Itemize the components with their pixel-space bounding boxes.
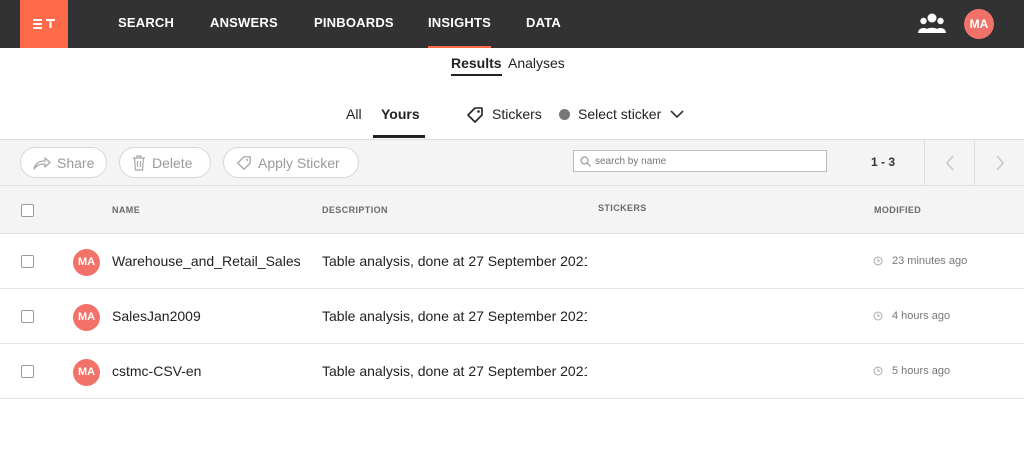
avatar: MA <box>73 249 100 276</box>
trash-icon <box>133 154 145 171</box>
apply-sticker-label: Apply Sticker <box>258 154 340 171</box>
analysis-name[interactable]: Warehouse_and_Retail_Sales <box>112 253 301 269</box>
action-toolbar: Share Delete Apply Sticker 1 - 3 <box>0 139 1024 186</box>
select-all-checkbox[interactable] <box>21 204 34 217</box>
pagination-range: 1 - 3 <box>871 155 896 169</box>
tab-analyses[interactable]: Analyses <box>508 55 565 71</box>
analysis-description: Table analysis, done at 27 September 202… <box>322 363 587 379</box>
share-icon <box>33 156 51 170</box>
clock-icon <box>873 256 883 266</box>
column-name[interactable]: NAME <box>112 205 140 215</box>
active-filter-underline <box>373 135 425 138</box>
user-avatar[interactable]: MA <box>964 9 994 39</box>
avatar: MA <box>73 359 100 386</box>
search-box <box>573 150 827 172</box>
chevron-left-icon <box>945 155 954 171</box>
table-header: NAME DESCRIPTION STICKERS MODIFIED <box>0 186 1024 234</box>
nav-insights[interactable]: INSIGHTS <box>428 0 491 48</box>
share-button[interactable]: Share <box>20 147 107 178</box>
nav-answers[interactable]: ANSWERS <box>210 0 278 48</box>
analysis-description: Table analysis, done at 27 September 202… <box>322 253 587 269</box>
modified-time: 5 hours ago <box>892 365 951 377</box>
next-page-button[interactable] <box>974 140 1024 186</box>
column-stickers[interactable]: STICKERS <box>598 203 647 213</box>
filter-all[interactable]: All <box>346 106 362 122</box>
select-sticker-dropdown[interactable]: Select sticker <box>578 106 661 122</box>
analysis-description: Table analysis, done at 27 September 202… <box>322 308 587 324</box>
prev-page-button[interactable] <box>924 140 974 186</box>
logo-icon <box>33 19 55 29</box>
row-checkbox[interactable] <box>21 365 34 378</box>
nav-pinboards[interactable]: PINBOARDS <box>314 0 394 48</box>
analysis-name[interactable]: cstmc-CSV-en <box>112 363 201 379</box>
analysis-name[interactable]: SalesJan2009 <box>112 308 201 324</box>
search-icon <box>580 155 591 167</box>
clock-icon <box>873 311 883 321</box>
tab-results[interactable]: Results <box>451 55 502 76</box>
delete-label: Delete <box>152 154 193 171</box>
modified-time: 4 hours ago <box>892 310 951 322</box>
modified-time: 23 minutes ago <box>892 255 968 267</box>
people-icon[interactable] <box>918 11 946 37</box>
table-row[interactable]: MA SalesJan2009 Table analysis, done at … <box>0 289 1024 344</box>
tag-icon <box>237 155 251 170</box>
clock-icon <box>873 366 883 376</box>
chevron-down-icon[interactable] <box>670 108 684 120</box>
search-input[interactable] <box>595 155 815 167</box>
table-row[interactable]: MA cstmc-CSV-en Table analysis, done at … <box>0 344 1024 399</box>
row-checkbox[interactable] <box>21 255 34 268</box>
column-modified[interactable]: MODIFIED <box>874 205 921 215</box>
app-logo[interactable] <box>20 0 68 48</box>
avatar: MA <box>73 304 100 331</box>
top-nav-bar: SEARCH ANSWERS PINBOARDS INSIGHTS DATA M… <box>0 0 1024 48</box>
sticker-color-dot <box>559 109 570 120</box>
apply-sticker-button[interactable]: Apply Sticker <box>223 147 359 178</box>
nav-data[interactable]: DATA <box>526 0 561 48</box>
delete-button[interactable]: Delete <box>119 147 211 178</box>
stickers-filter[interactable]: Stickers <box>492 106 542 122</box>
tag-icon <box>467 107 483 123</box>
nav-search[interactable]: SEARCH <box>118 0 174 48</box>
table-row[interactable]: MA Warehouse_and_Retail_Sales Table anal… <box>0 234 1024 289</box>
chevron-right-icon <box>995 155 1004 171</box>
filter-yours[interactable]: Yours <box>381 106 420 122</box>
column-description[interactable]: DESCRIPTION <box>322 205 388 215</box>
share-label: Share <box>57 154 95 171</box>
row-checkbox[interactable] <box>21 310 34 323</box>
